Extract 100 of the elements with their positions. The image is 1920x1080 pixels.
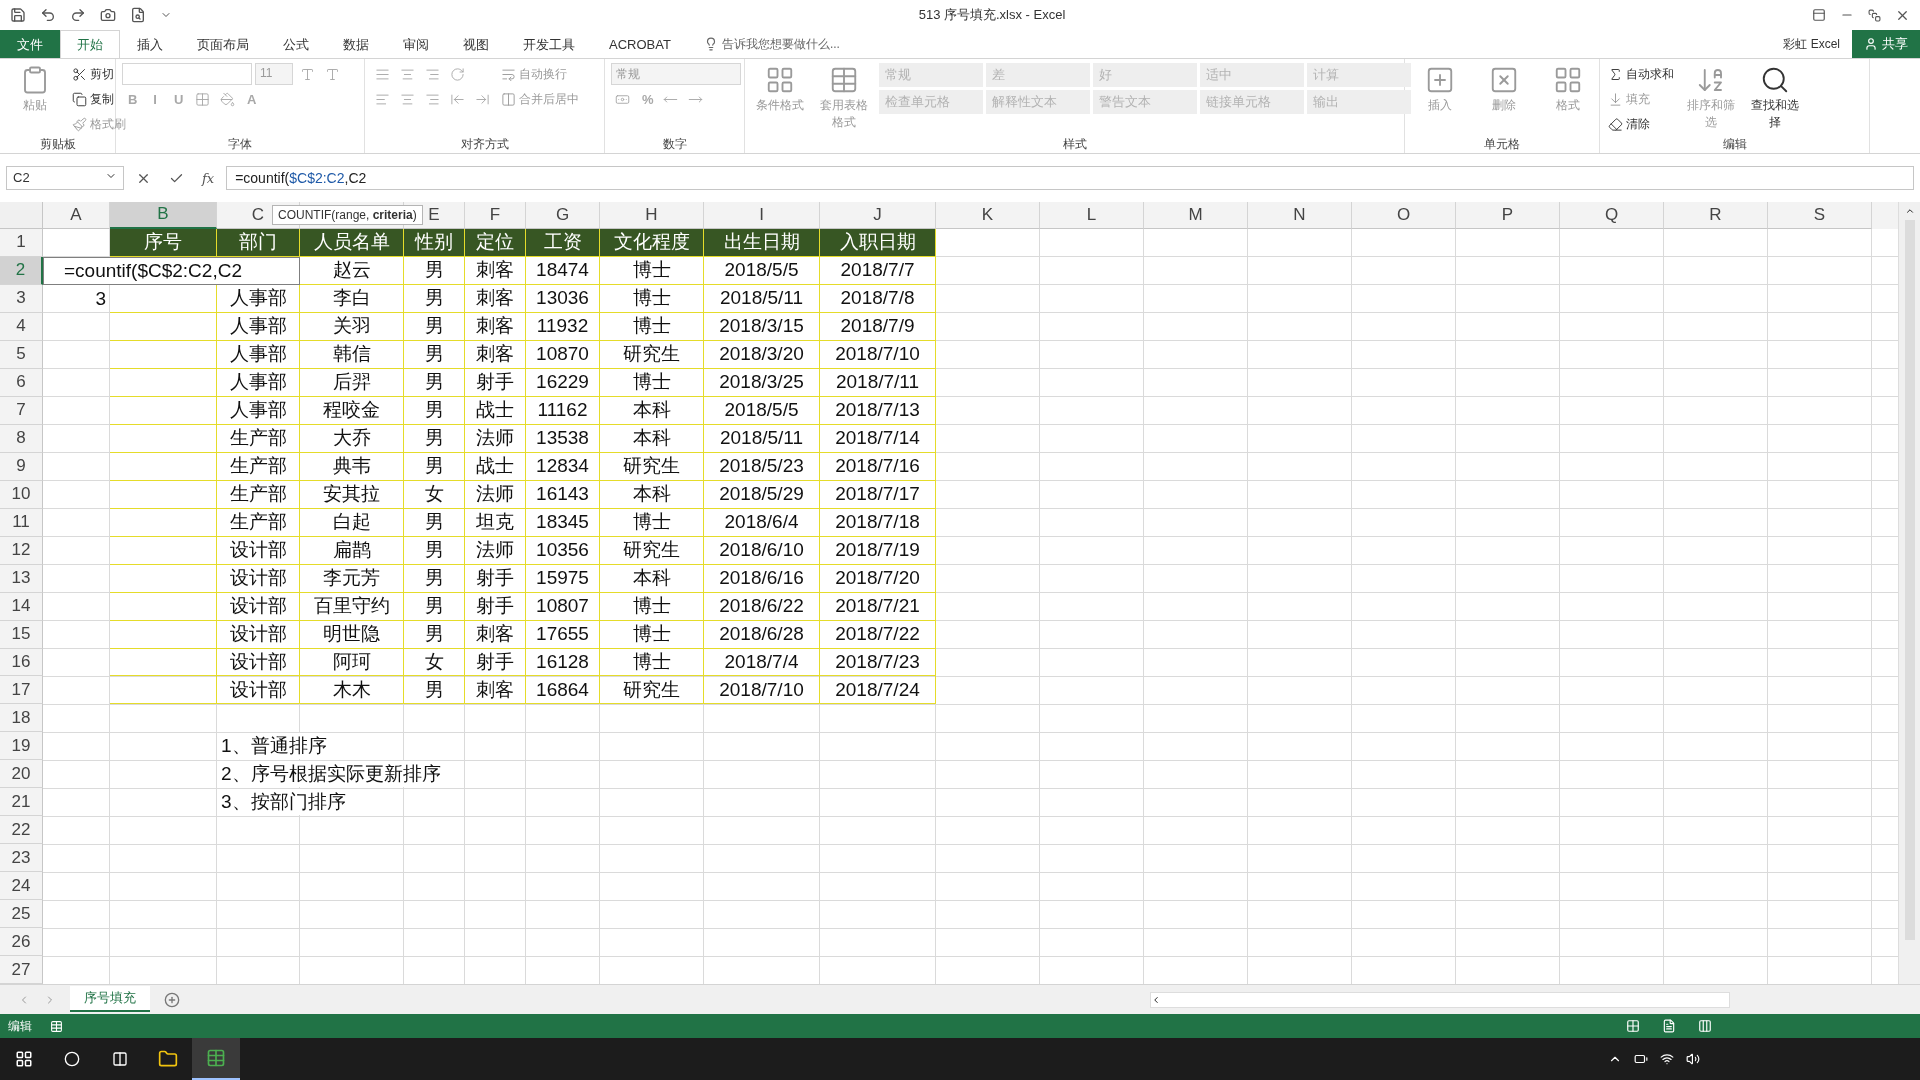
column-header[interactable]: I — [704, 202, 820, 229]
row-header[interactable]: 14 — [0, 592, 43, 621]
camera-icon[interactable] — [100, 7, 116, 23]
formula-field[interactable]: =countif($C$2:C2,C2 — [226, 166, 1914, 190]
row-header[interactable]: 27 — [0, 956, 43, 985]
row-header[interactable]: 24 — [0, 872, 43, 901]
share-button[interactable]: 共享 — [1852, 30, 1920, 58]
row-header[interactable]: 11 — [0, 508, 43, 537]
spreadsheet-app-icon[interactable] — [192, 1038, 240, 1080]
ribbon-tab[interactable]: 公式 — [266, 30, 326, 58]
column-header[interactable]: N — [1248, 202, 1352, 229]
row-header[interactable]: 26 — [0, 928, 43, 957]
column-header[interactable]: O — [1352, 202, 1456, 229]
scroll-left-icon[interactable] — [1151, 994, 1161, 1005]
ribbon-button[interactable]: 剪切 — [70, 63, 116, 85]
column-header[interactable]: M — [1144, 202, 1248, 229]
cell-editor[interactable]: =countif($C$2:C2,C2 — [43, 256, 300, 285]
ribbon-button[interactable]: 自动求和 — [1606, 63, 1676, 85]
row-header[interactable]: 15 — [0, 620, 43, 649]
row-header[interactable]: 17 — [0, 676, 43, 705]
row-header[interactable]: 20 — [0, 760, 43, 789]
ribbon-display-icon[interactable] — [1812, 8, 1826, 22]
row-header[interactable]: 1 — [0, 228, 43, 257]
row-header[interactable]: 22 — [0, 816, 43, 845]
row-header[interactable]: 8 — [0, 424, 43, 453]
volume-icon[interactable] — [1686, 1052, 1700, 1066]
row-header[interactable]: 2 — [0, 256, 43, 285]
row-header[interactable]: 25 — [0, 900, 43, 929]
print-preview-icon[interactable] — [130, 7, 146, 23]
table-cell: 16229 — [526, 368, 600, 397]
save-icon[interactable] — [10, 7, 26, 23]
row-header[interactable]: 16 — [0, 648, 43, 677]
column-header[interactable]: R — [1664, 202, 1768, 229]
row-header[interactable]: 12 — [0, 536, 43, 565]
column-header[interactable]: J — [820, 202, 936, 229]
table-cell: 2018/7/19 — [820, 536, 936, 565]
account-name[interactable]: 彩虹 Excel — [1783, 35, 1840, 53]
insert-function-button[interactable]: fx — [196, 170, 221, 186]
row-header[interactable]: 3 — [0, 284, 43, 313]
ribbon-tab[interactable]: 页面布局 — [180, 30, 266, 58]
ribbon-tab[interactable]: 开始 — [60, 30, 120, 58]
ribbon-tab[interactable]: 数据 — [326, 30, 386, 58]
battery-icon[interactable] — [1634, 1052, 1648, 1066]
column-header[interactable]: K — [936, 202, 1040, 229]
vertical-scrollbar[interactable] — [1898, 202, 1920, 984]
name-box[interactable]: C2 — [6, 166, 124, 190]
ribbon-tab[interactable]: 视图 — [446, 30, 506, 58]
column-header[interactable]: S — [1768, 202, 1872, 229]
row-header[interactable]: 4 — [0, 312, 43, 341]
ribbon-button[interactable]: 复制 — [70, 88, 116, 110]
column-header[interactable]: F — [465, 202, 526, 229]
file-menu[interactable]: 文件 — [0, 30, 60, 58]
page-break-icon[interactable] — [1698, 1019, 1712, 1033]
column-header[interactable]: A — [43, 202, 110, 229]
table-cell: 程咬金 — [300, 396, 404, 425]
row-header[interactable]: 18 — [0, 704, 43, 733]
ribbon-button[interactable]: 清除 — [1606, 113, 1652, 135]
ribbon-tab[interactable]: 开发工具 — [506, 30, 592, 58]
horizontal-scrollbar[interactable] — [1150, 991, 1730, 1008]
restore-icon[interactable] — [1868, 8, 1881, 22]
wifi-icon[interactable] — [1660, 1052, 1674, 1066]
table-cell: 射手 — [465, 648, 526, 677]
table-cell: 法师 — [465, 536, 526, 565]
table-cell: 博士 — [600, 620, 704, 649]
table-cell: 男 — [404, 256, 465, 285]
row-header[interactable]: 10 — [0, 480, 43, 509]
scroll-up-icon[interactable] — [1904, 206, 1915, 216]
sheet-tab[interactable]: 序号填充 — [70, 985, 150, 1012]
normal-view-icon[interactable] — [1626, 1019, 1640, 1033]
column-header[interactable]: L — [1040, 202, 1144, 229]
tell-me-field[interactable]: 告诉我您想要做什么... — [721, 35, 840, 53]
row-header[interactable]: 21 — [0, 788, 43, 817]
row-header[interactable]: 23 — [0, 844, 43, 873]
row-header[interactable]: 19 — [0, 732, 43, 761]
table-cell: 李白 — [300, 284, 404, 313]
ribbon-field[interactable] — [122, 63, 252, 85]
row-header[interactable]: 7 — [0, 396, 43, 425]
table-cell: 2018/7/18 — [820, 508, 936, 537]
table-cell: 男 — [404, 424, 465, 453]
column-header[interactable]: G — [526, 202, 600, 229]
undo-icon[interactable] — [40, 7, 56, 23]
column-header[interactable]: H — [600, 202, 704, 229]
row-header[interactable]: 6 — [0, 368, 43, 397]
table-cell: 大乔 — [300, 424, 404, 453]
ribbon-tab[interactable]: 审阅 — [386, 30, 446, 58]
ribbon-tab[interactable]: ACROBAT — [592, 30, 688, 58]
ribbon-button[interactable]: 查找和选择 — [1746, 63, 1804, 133]
column-header[interactable]: B — [110, 202, 217, 229]
row-header[interactable]: 13 — [0, 564, 43, 593]
row-header[interactable]: 5 — [0, 340, 43, 369]
ribbon-icon — [1489, 65, 1519, 95]
column-header[interactable]: P — [1456, 202, 1560, 229]
column-header[interactable]: Q — [1560, 202, 1664, 229]
add-sheet-icon[interactable] — [164, 991, 180, 1008]
ribbon-tab[interactable]: 插入 — [120, 30, 180, 58]
table-cell: 2018/7/24 — [820, 676, 936, 705]
page-layout-icon[interactable] — [1662, 1019, 1676, 1033]
macro-icon[interactable] — [50, 1019, 63, 1033]
row-header[interactable]: 9 — [0, 452, 43, 481]
redo-icon[interactable] — [70, 7, 86, 23]
